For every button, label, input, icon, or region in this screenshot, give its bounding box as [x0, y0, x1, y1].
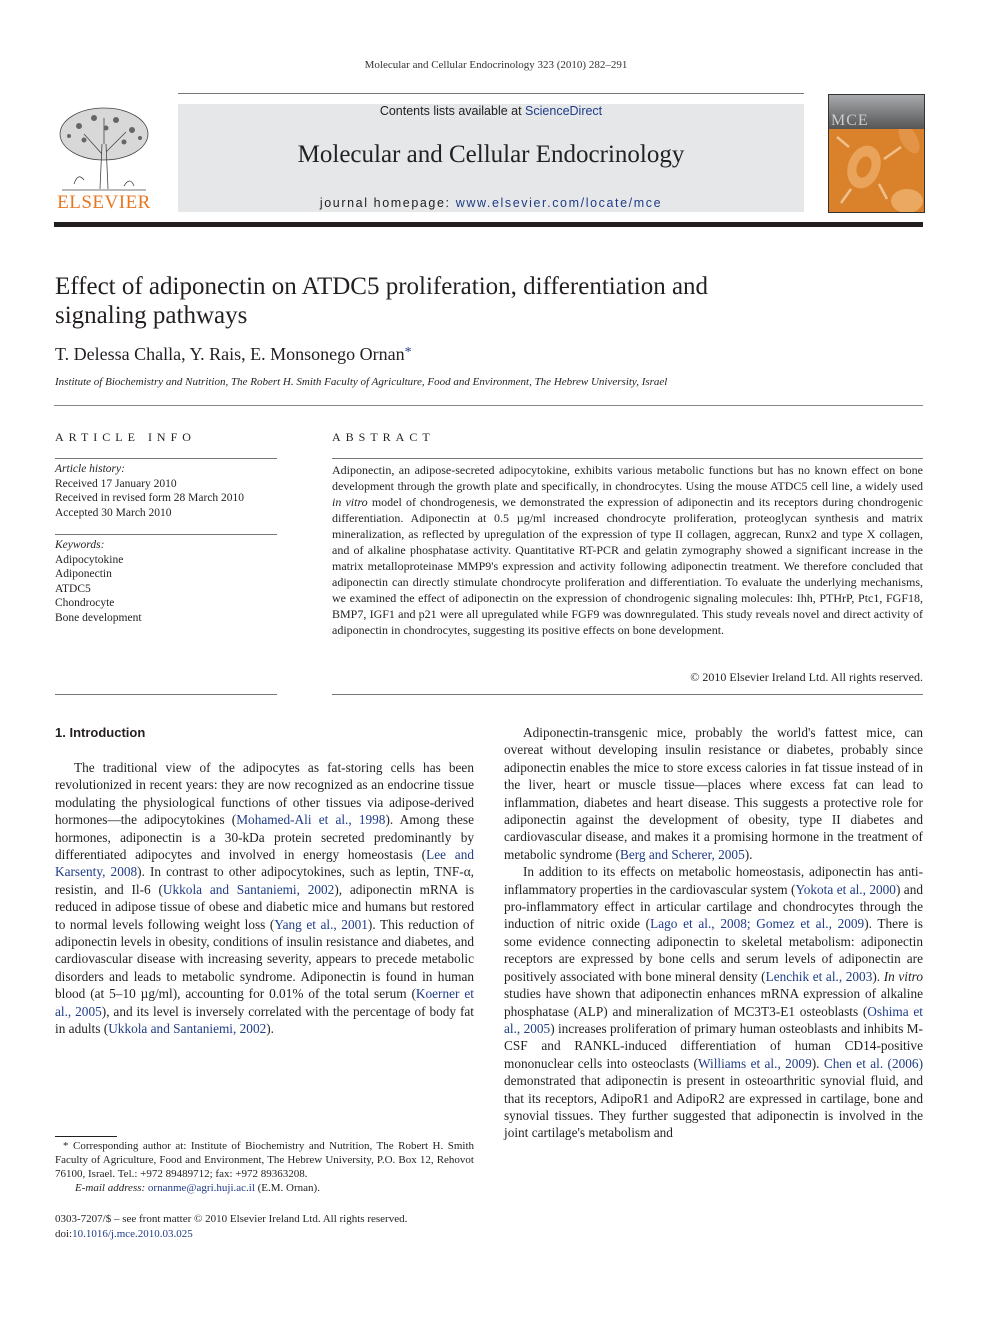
text-run: Adiponectin-transgenic mice, probably th… — [504, 725, 923, 862]
text-run: ). — [744, 846, 753, 862]
email-suffix: (E.M. Ornan). — [254, 1182, 320, 1194]
abstract-copyright: © 2010 Elsevier Ireland Ltd. All rights … — [690, 670, 923, 684]
keyword: ATDC5 — [55, 582, 91, 595]
abstract-italic: in vitro — [332, 495, 368, 509]
citation-link[interactable]: Yokota et al., 2000 — [795, 882, 895, 897]
body-column-right: Adiponectin-transgenic mice, probably th… — [504, 724, 923, 1142]
article-title: Effect of adiponectin on ATDC5 prolifera… — [55, 273, 709, 329]
issn-block: 0303-7207/$ – see front matter © 2010 El… — [55, 1212, 407, 1242]
keyword: Adipocytokine — [55, 553, 124, 566]
abstract-rule — [332, 458, 923, 459]
homepage-line: journal homepage: www.elsevier.com/locat… — [178, 196, 804, 210]
article-history: Article history: Received 17 January 201… — [55, 462, 277, 520]
journal-cover-thumbnail[interactable]: MCE — [828, 94, 925, 213]
contents-prefix: Contents lists available at — [379, 104, 526, 118]
elsevier-tree-icon — [59, 107, 149, 191]
abstract-body: Adiponectin, an adipose-secreted adipocy… — [332, 462, 923, 638]
history-received: Received 17 January 2010 — [55, 477, 177, 490]
cover-label: MCE — [831, 112, 869, 129]
paragraph: The traditional view of the adipocytes a… — [55, 759, 474, 1038]
email-line: E-mail address: ornanme@agri.huji.ac.il … — [55, 1181, 474, 1195]
authors-text: T. Delessa Challa, Y. Rais, E. Monsonego… — [55, 344, 405, 364]
citation-link[interactable]: Ukkola and Santaniemi, 2002 — [163, 882, 334, 897]
abstract-text: model of chondrogenesis, we demonstrated… — [332, 495, 923, 637]
abstract-bottom-rule — [332, 694, 923, 695]
sciencedirect-link[interactable]: ScienceDirect — [525, 104, 602, 118]
email-label: E-mail address: — [75, 1182, 148, 1194]
elsevier-wordmark: ELSEVIER — [57, 192, 151, 213]
paragraph: Adiponectin-transgenic mice, probably th… — [504, 724, 923, 863]
corresponding-author-mark[interactable]: * — [405, 345, 412, 360]
section-rule — [54, 405, 923, 406]
citation-link[interactable]: Lenchik et al., 2003 — [766, 969, 873, 984]
citation-link[interactable]: Ukkola and Santaniemi, 2002 — [108, 1021, 266, 1036]
paragraph: In addition to its effects on metabolic … — [504, 863, 923, 1142]
section-heading-introduction: 1. Introduction — [55, 725, 146, 740]
doi-label: doi: — [55, 1228, 73, 1240]
italic-text: In vitro — [883, 968, 923, 984]
keyword: Chondrocyte — [55, 597, 115, 609]
keywords: Keywords: Adipocytokine Adiponectin ATDC… — [55, 538, 277, 625]
masthead-thick-rule — [54, 222, 923, 227]
journal-banner: Contents lists available at ScienceDirec… — [178, 104, 804, 212]
author-list: T. Delessa Challa, Y. Rais, E. Monsonego… — [55, 344, 412, 365]
doi-line: doi:10.1016/j.mce.2010.03.025 — [55, 1227, 407, 1242]
citation-link[interactable]: Berg and Scherer, 2005 — [620, 847, 745, 862]
citation-link[interactable]: Yang et al., 2001 — [274, 917, 368, 932]
body-column-left: The traditional view of the adipocytes a… — [55, 759, 474, 1038]
text-run: ). — [872, 968, 884, 984]
cover-art — [829, 124, 924, 212]
history-revised: Received in revised form 28 March 2010 — [55, 492, 245, 504]
citation-link[interactable]: Williams et al., 2009 — [698, 1056, 812, 1071]
abstract-heading: ABSTRACT — [332, 430, 435, 444]
header-rule — [178, 93, 804, 94]
footnote: * Corresponding author at: Institute of … — [55, 1139, 474, 1195]
affiliation: Institute of Biochemistry and Nutrition,… — [55, 376, 668, 388]
article-info-heading: ARTICLE INFO — [55, 430, 196, 444]
homepage-prefix: journal homepage: — [319, 196, 456, 210]
keywords-label: Keywords: — [55, 539, 105, 551]
running-head: Molecular and Cellular Endocrinology 323… — [364, 59, 628, 71]
keyword: Bone development — [55, 611, 142, 624]
issn-line: 0303-7207/$ – see front matter © 2010 El… — [55, 1213, 408, 1225]
cover-cells-icon — [836, 124, 923, 212]
contents-line: Contents lists available at ScienceDirec… — [178, 104, 804, 118]
text-run: ). — [266, 1021, 275, 1037]
elsevier-logo[interactable]: ELSEVIER — [54, 104, 154, 214]
homepage-link[interactable]: www.elsevier.com/locate/mce — [456, 196, 662, 210]
text-run: ). — [811, 1055, 824, 1071]
citation-link[interactable]: Mohamed-Ali et al., 1998 — [236, 812, 385, 827]
email-link[interactable]: ornanme@agri.huji.ac.il — [148, 1182, 255, 1194]
history-label: Article history: — [55, 463, 125, 475]
keywords-rule — [55, 534, 277, 535]
history-accepted: Accepted 30 March 2010 — [55, 506, 172, 519]
journal-title: Molecular and Cellular Endocrinology — [297, 141, 685, 168]
footnote-rule — [55, 1136, 117, 1137]
text-run: studies have shown that adiponectin enha… — [504, 986, 923, 1019]
text-run: demonstrated that adiponectin is present… — [504, 1073, 923, 1141]
corresponding-author-note: * Corresponding author at: Institute of … — [55, 1140, 474, 1180]
keyword: Adiponectin — [55, 568, 112, 580]
article-info-rule — [55, 458, 277, 459]
doi-link[interactable]: 10.1016/j.mce.2010.03.025 — [72, 1228, 193, 1240]
article-info-bottom-rule — [55, 694, 277, 695]
abstract-text: Adiponectin, an adipose-secreted adipocy… — [332, 463, 923, 493]
citation-link[interactable]: Lago et al., 2008; Gomez et al., 2009 — [650, 916, 864, 931]
citation-link[interactable]: Chen et al. (2006) — [824, 1056, 923, 1071]
